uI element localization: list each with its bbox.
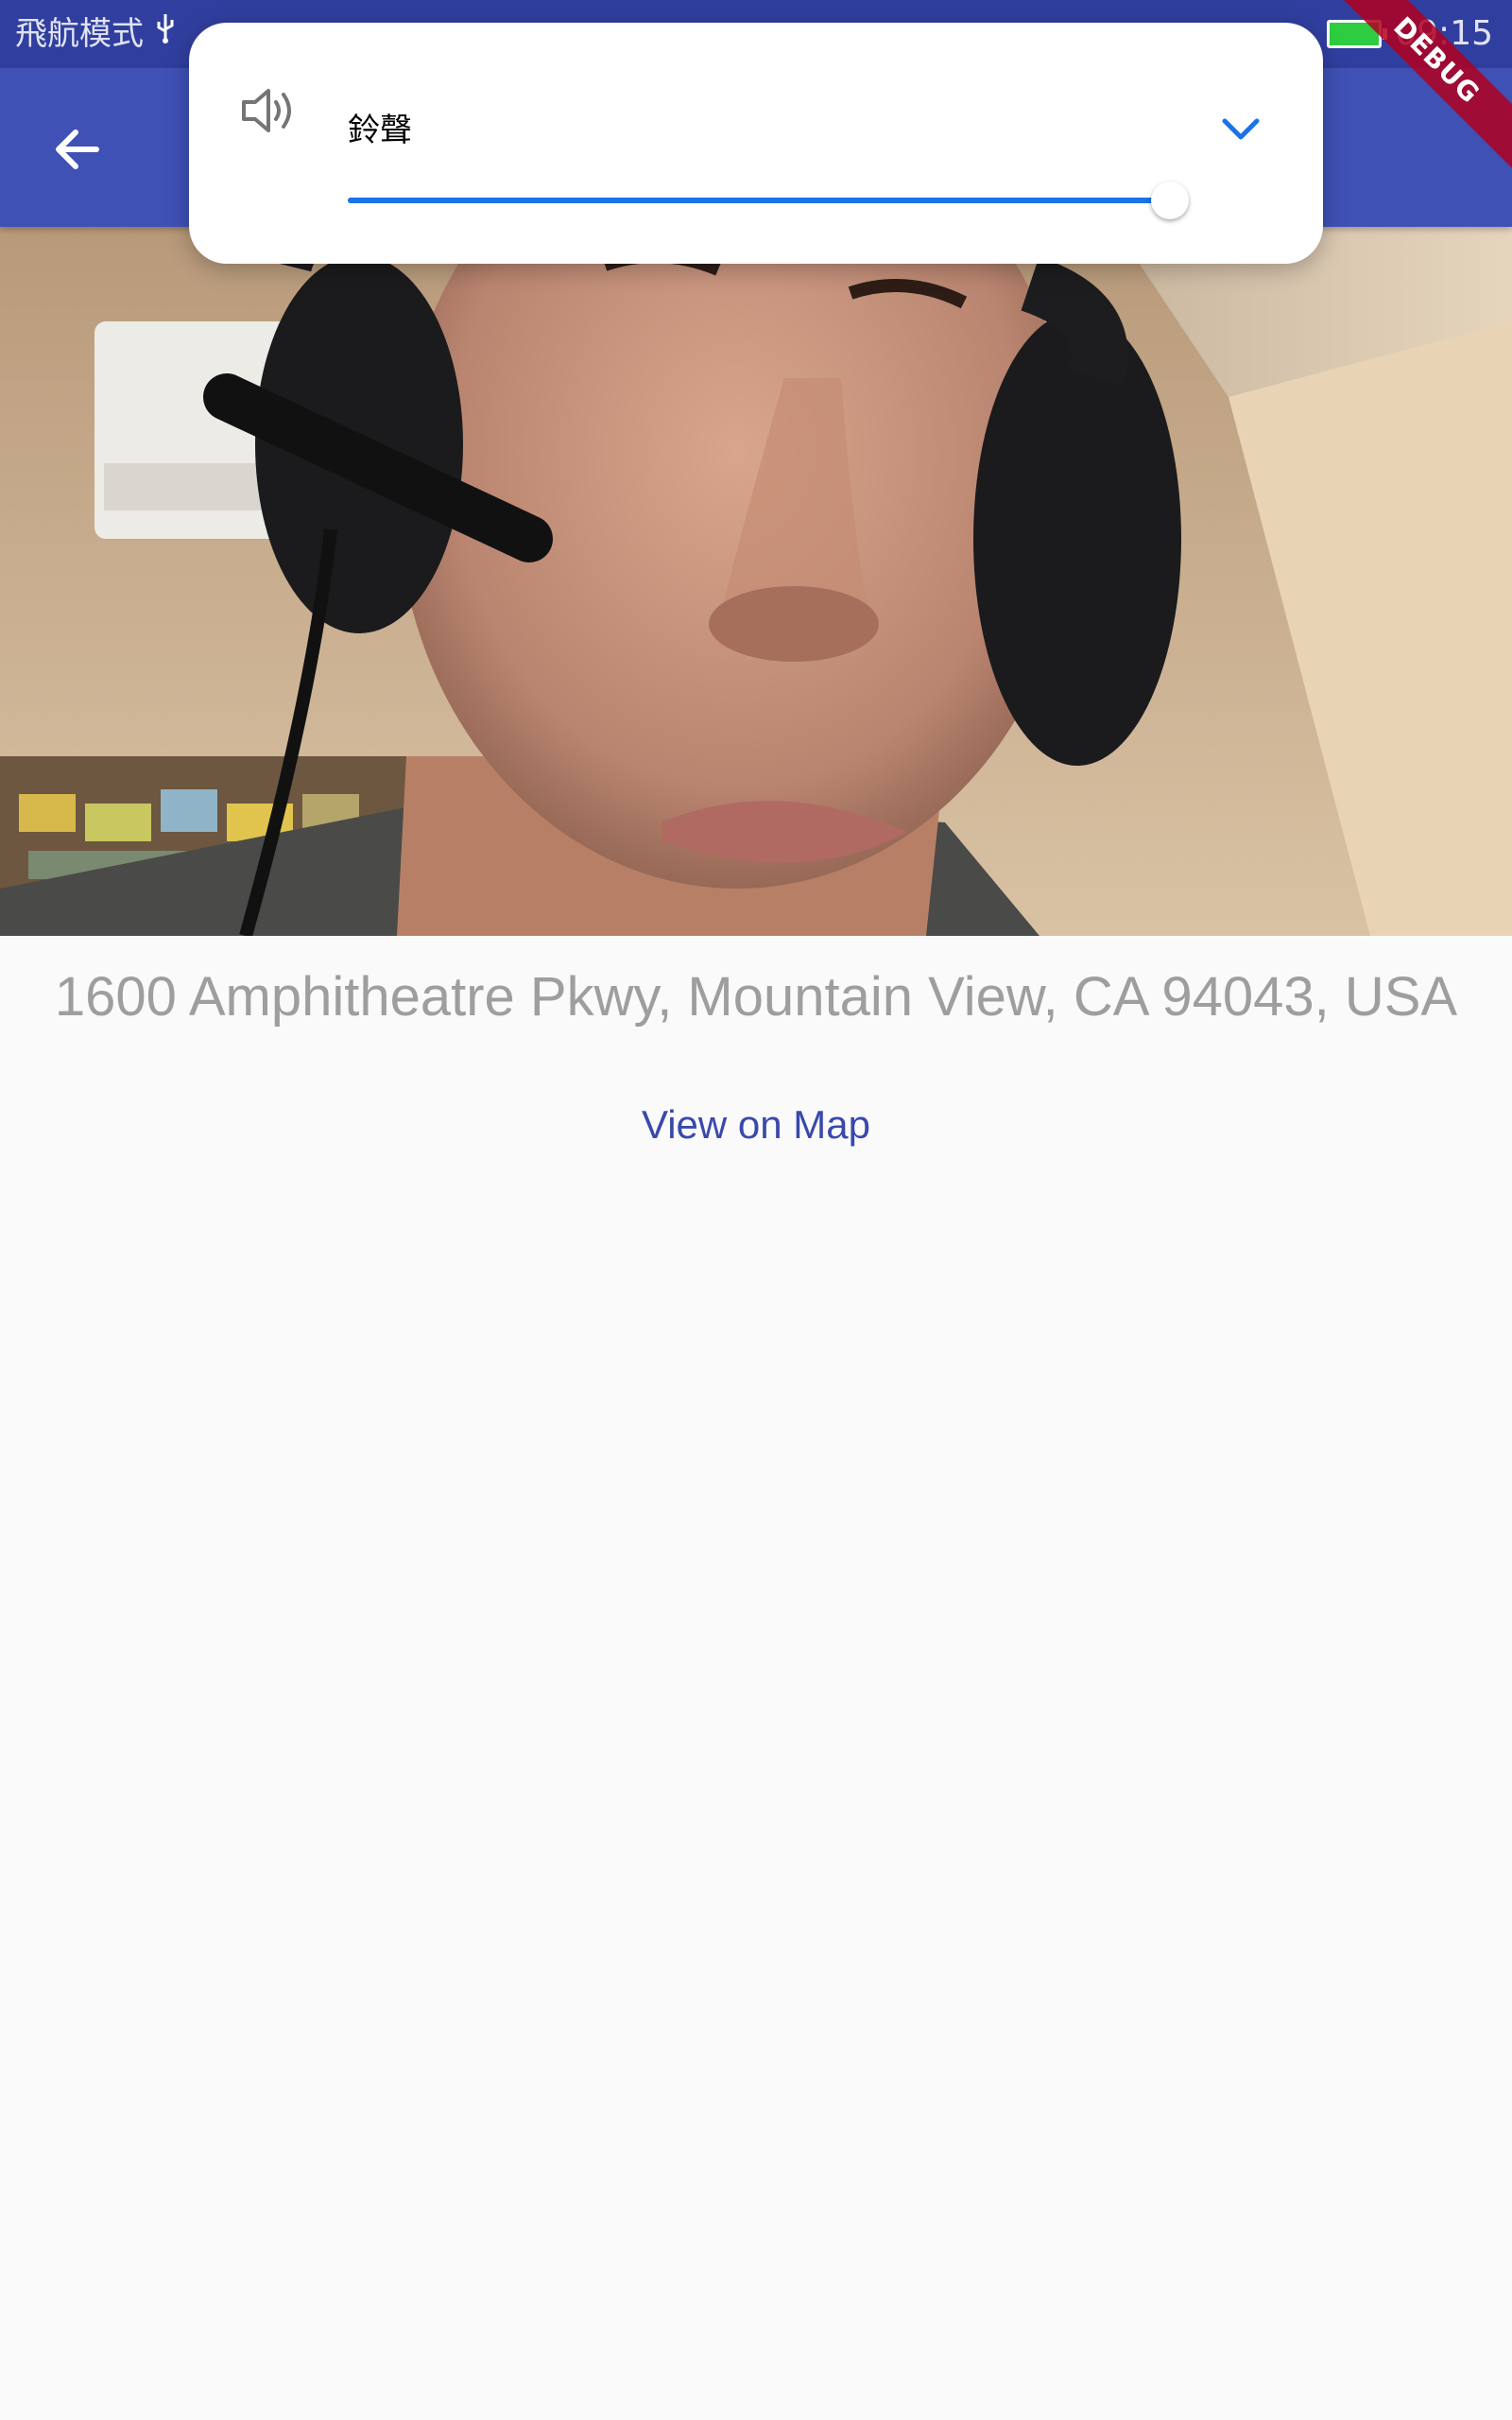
- address-text: 1600 Amphitheatre Pkwy, Mountain View, C…: [54, 966, 1458, 1028]
- usb-icon: [153, 11, 178, 57]
- captured-photo: [0, 227, 1512, 936]
- status-bar-left: 飛航模式: [15, 11, 178, 57]
- volume-slider-fill: [348, 198, 1170, 203]
- volume-panel: 鈴聲: [189, 23, 1323, 264]
- volume-stream-label: 鈴聲: [348, 112, 412, 149]
- chevron-down-icon[interactable]: [1217, 106, 1264, 153]
- back-button[interactable]: [38, 110, 117, 189]
- speaker-volume-icon[interactable]: [236, 79, 299, 142]
- arrow-back-icon: [56, 130, 99, 169]
- view-on-map-button[interactable]: View on Map: [567, 1087, 945, 1163]
- volume-slider-thumb[interactable]: [1151, 182, 1189, 219]
- volume-slider[interactable]: [348, 172, 1189, 229]
- airplane-mode-label: 飛航模式: [15, 15, 144, 53]
- captured-photo-illustration: [0, 227, 1512, 936]
